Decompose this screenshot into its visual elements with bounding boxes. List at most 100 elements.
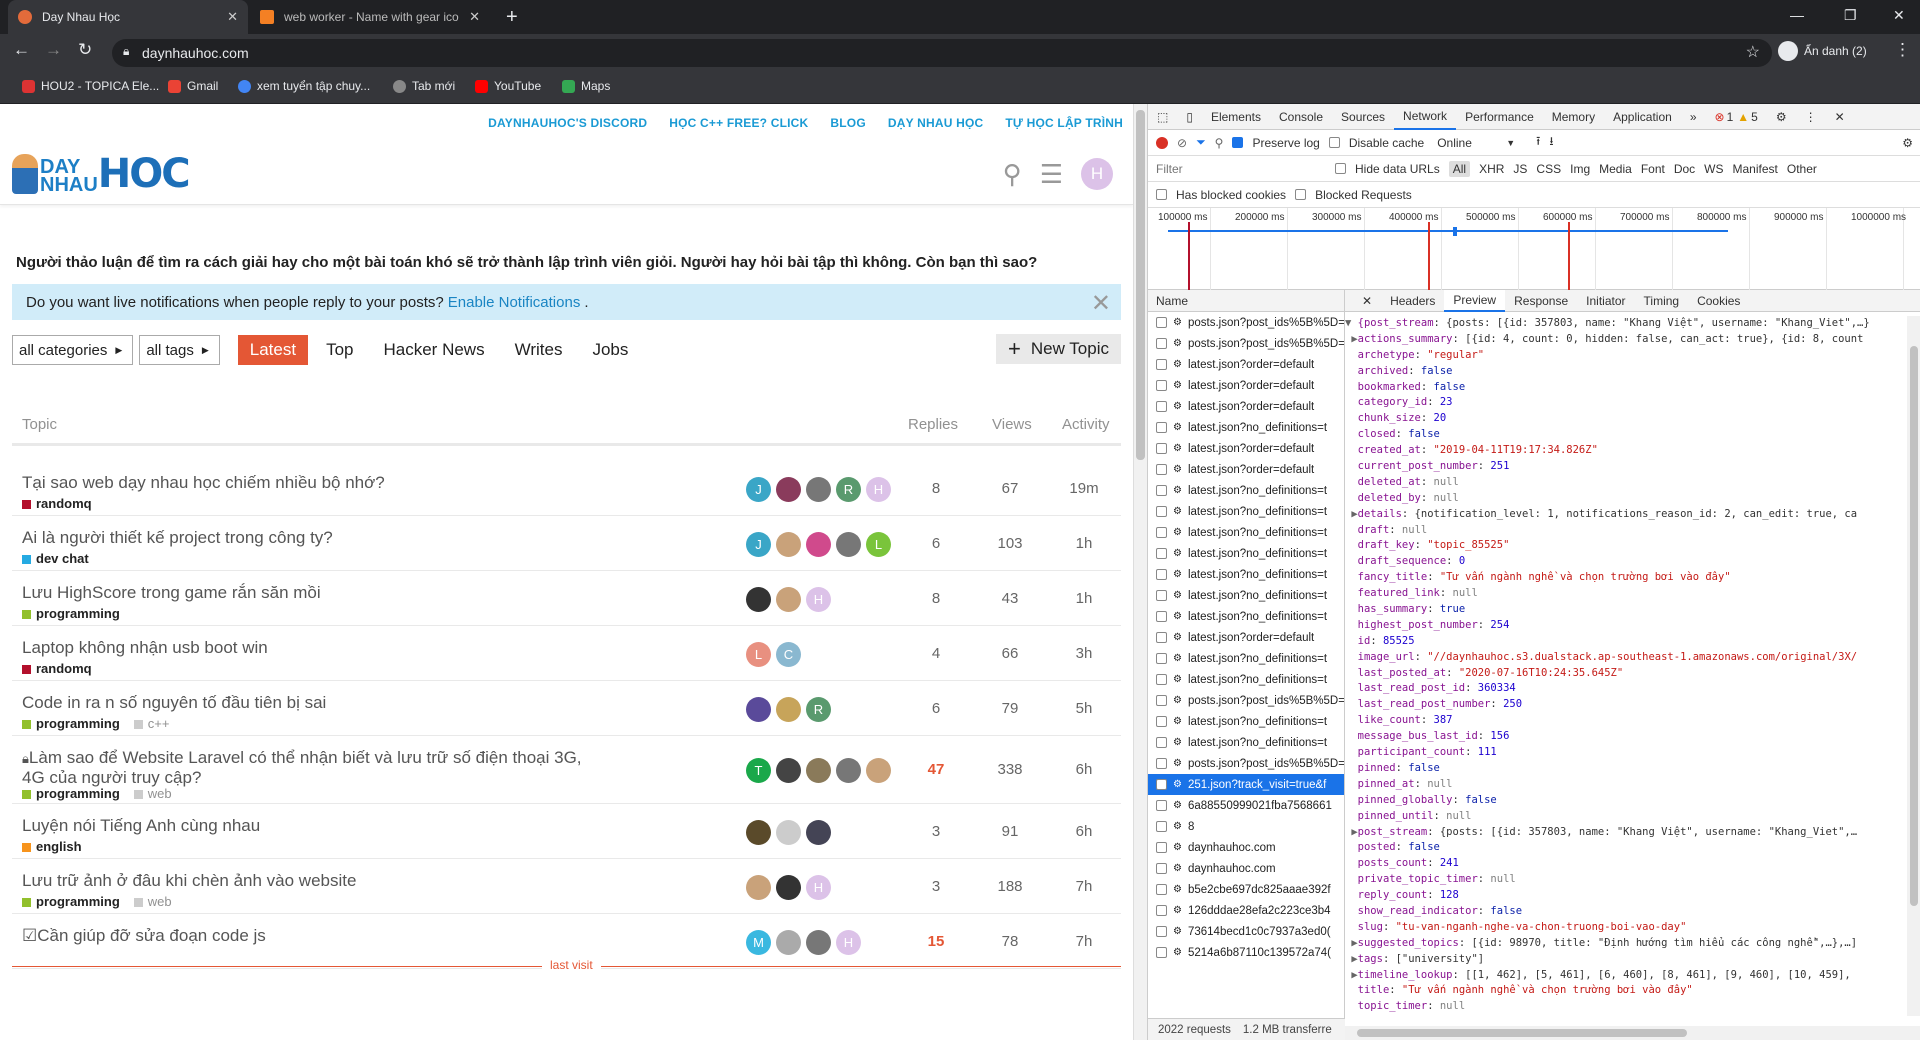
activity-time[interactable]: 1h (1064, 535, 1104, 552)
request-row[interactable]: ⚙ latest.json?order=default (1148, 396, 1344, 417)
request-row[interactable]: ⚙ latest.json?no_definitions=t (1148, 711, 1344, 732)
hide-data-urls-checkbox[interactable] (1335, 163, 1346, 174)
minimize-icon[interactable]: — (1790, 0, 1804, 30)
topic-title-link[interactable]: Laptop không nhận usb boot win (22, 638, 592, 658)
category-badge[interactable]: programming (22, 786, 120, 801)
scrollbar-thumb[interactable] (1136, 110, 1145, 460)
poster-avatar[interactable] (776, 819, 801, 845)
page-scrollbar[interactable] (1133, 104, 1147, 1040)
poster-avatar[interactable]: L (746, 641, 771, 667)
menu-dots-icon[interactable]: ⋮ (1894, 40, 1911, 60)
activity-time[interactable]: 7h (1064, 878, 1104, 895)
request-row[interactable]: ⚙ latest.json?no_definitions=t (1148, 606, 1344, 627)
browser-tab-webworker[interactable]: web worker - Name with gear ico ✕ (250, 0, 490, 34)
activity-time[interactable]: 19m (1064, 480, 1104, 497)
bookmark-newtab[interactable]: Tab mới (393, 79, 455, 93)
tab-headers[interactable]: Headers (1381, 290, 1444, 312)
poster-avatar[interactable] (776, 476, 801, 502)
type-filter-all[interactable]: All (1448, 160, 1471, 177)
clear-icon[interactable]: ⊘ (1177, 136, 1187, 150)
scrollbar-thumb[interactable] (1910, 346, 1918, 906)
request-row[interactable]: ⚙ latest.json?no_definitions=t (1148, 501, 1344, 522)
poster-avatar[interactable] (806, 929, 831, 955)
reply-count[interactable]: 4 (916, 645, 956, 662)
forward-icon[interactable]: → (45, 40, 62, 60)
column-views[interactable]: Views (992, 416, 1032, 433)
back-icon[interactable]: ← (13, 40, 30, 60)
request-row[interactable]: ⚙ latest.json?no_definitions=t (1148, 669, 1344, 690)
activity-time[interactable]: 1h (1064, 590, 1104, 607)
tab-application[interactable]: Application (1604, 104, 1681, 130)
poster-avatar[interactable]: R (806, 696, 831, 722)
poster-avatar[interactable] (776, 586, 801, 612)
tab-cookies[interactable]: Cookies (1688, 290, 1749, 312)
request-row[interactable]: ⚙ 126dddae28efa2c223ce3b4 (1148, 900, 1344, 921)
inspect-element-icon[interactable]: ⬚ (1148, 104, 1177, 130)
tab-timing[interactable]: Timing (1635, 290, 1689, 312)
poster-avatar[interactable] (866, 758, 891, 783)
tab-performance[interactable]: Performance (1456, 104, 1543, 130)
bookmark-maps[interactable]: Maps (562, 79, 610, 93)
disable-cache-checkbox[interactable] (1328, 137, 1340, 148)
request-row[interactable]: ⚙ latest.json?no_definitions=t (1148, 648, 1344, 669)
browser-tab-daynhauhoc[interactable]: Day Nhau Học ✕ (8, 0, 248, 34)
blocked-requests-checkbox[interactable] (1295, 189, 1307, 200)
tab-initiator[interactable]: Initiator (1577, 290, 1634, 312)
link-discord[interactable]: DAYNHAUHOC'S DISCORD (488, 116, 647, 130)
poster-avatar[interactable]: L (866, 531, 891, 557)
enable-notifications-link[interactable]: Enable Notifications (448, 294, 581, 311)
json-line[interactable]: created_at: "2019-04-11T19:17:34.826Z" (1345, 443, 1905, 459)
current-user-avatar[interactable]: H (1081, 158, 1113, 190)
category-badge[interactable]: randomq (22, 496, 92, 511)
table-row[interactable]: Luyện nói Tiếng Anh cùng nhau english 3 91 6… (12, 804, 1121, 859)
nav-hacker-news[interactable]: Hacker News (372, 335, 497, 365)
json-line[interactable]: image_url: "//daynhauhoc.s3.dualstack.ap… (1345, 650, 1905, 666)
type-filter-css[interactable]: CSS (1536, 162, 1561, 176)
poster-avatar[interactable]: H (836, 929, 861, 955)
link-tuhoc[interactable]: TỰ HỌC LẬP TRÌNH (1005, 116, 1123, 130)
json-line[interactable]: pinned_at: null (1345, 777, 1905, 793)
tab-memory[interactable]: Memory (1543, 104, 1604, 130)
json-line[interactable]: ▶post_stream: {posts: [{id: 357803, name… (1345, 825, 1905, 841)
bookmark-gmail[interactable]: Gmail (168, 79, 218, 93)
type-filter-manifest[interactable]: Manifest (1733, 162, 1778, 176)
poster-avatar[interactable] (746, 586, 771, 612)
tab-network[interactable]: Network (1394, 104, 1457, 130)
json-line[interactable]: title: "Tư vấn ngành nghề và chọn trường… (1345, 983, 1905, 999)
poster-avatar[interactable] (806, 819, 831, 845)
reload-icon[interactable]: ↻ (78, 40, 92, 60)
category-dropdown[interactable]: all categories ▶ (12, 335, 134, 365)
json-line[interactable]: slug: "tu-van-nganh-nghe-va-chon-truong-… (1345, 920, 1905, 936)
json-line[interactable]: id: 85525 (1345, 634, 1905, 650)
request-row[interactable]: ⚙ latest.json?no_definitions=t (1148, 585, 1344, 606)
request-row[interactable]: ⚙ 251.json?track_visit=true&f (1148, 774, 1344, 795)
tab-response[interactable]: Response (1505, 290, 1577, 312)
request-row[interactable]: ⚙ latest.json?no_definitions=t (1148, 732, 1344, 753)
poster-avatar[interactable] (776, 758, 801, 783)
throttling-select[interactable]: Online (1437, 136, 1497, 150)
request-row[interactable]: ⚙ latest.json?order=default (1148, 354, 1344, 375)
tag-dropdown[interactable]: all tags ▶ (139, 335, 220, 365)
json-line[interactable]: ▼ {post_stream: {posts: [{id: 357803, na… (1345, 316, 1905, 332)
type-filter-ws[interactable]: WS (1704, 162, 1723, 176)
request-row[interactable]: ⚙ 5214a6b87110c139572a74( (1148, 942, 1344, 963)
hamburger-menu-icon[interactable]: ☰ (1040, 159, 1063, 190)
poster-avatar[interactable] (746, 696, 771, 722)
topic-title-link[interactable]: Ai là người thiết kế project trong công … (22, 528, 592, 548)
activity-time[interactable]: 6h (1064, 823, 1104, 840)
json-line[interactable]: ▶tags: ["university"] (1345, 952, 1905, 968)
json-line[interactable]: participant_count: 111 (1345, 745, 1905, 761)
preserve-log-checkbox[interactable] (1232, 137, 1244, 148)
nav-top[interactable]: Top (314, 335, 365, 365)
poster-avatar[interactable] (776, 531, 801, 557)
category-badge[interactable]: programming (22, 894, 120, 909)
new-tab-button[interactable]: + (496, 0, 526, 34)
tab-elements[interactable]: Elements (1202, 104, 1270, 130)
network-overview-timeline[interactable]: 100000 ms 200000 ms 300000 ms 400000 ms 5000… (1148, 208, 1920, 290)
json-line[interactable]: pinned_until: null (1345, 809, 1905, 825)
poster-avatar[interactable] (776, 696, 801, 722)
json-line[interactable]: draft_key: "topic_85525" (1345, 538, 1905, 554)
json-line[interactable]: archetype: "regular" (1345, 348, 1905, 364)
column-activity[interactable]: Activity (1062, 416, 1110, 433)
table-row[interactable]: Lưu HighScore trong game rắn săn mồi prog… (12, 571, 1121, 626)
